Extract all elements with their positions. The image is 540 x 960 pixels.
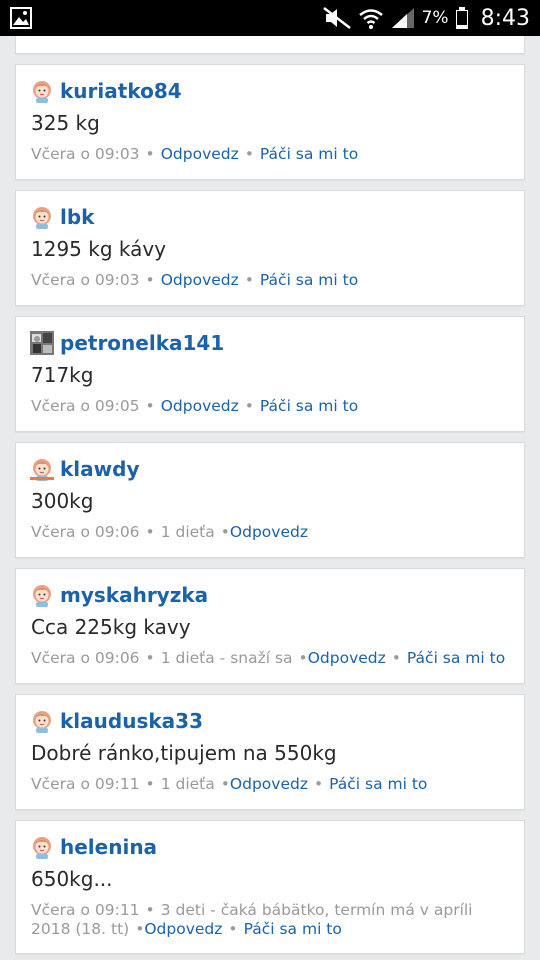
like-link[interactable]: Páči sa mi to bbox=[407, 649, 505, 667]
comment-time: Včera o 09:11 bbox=[31, 775, 140, 793]
like-link[interactable]: Páči sa mi to bbox=[260, 271, 358, 289]
comment-meta: Včera o 09:05 • Odpovedz • Páči sa mi to bbox=[31, 397, 359, 415]
comment-username[interactable]: klauduska33 bbox=[60, 709, 203, 733]
comment-card: lbk 1295 kg kávy Včera o 09:03 • Odpovedz •… bbox=[15, 190, 525, 306]
comment-meta: Včera o 09:06 • 1 dieťa •Odpovedz bbox=[31, 523, 308, 541]
comment-card: helenina 650kg... Včera o 09:11 • 3 deti -… bbox=[15, 820, 525, 954]
reply-link[interactable]: Odpovedz bbox=[161, 397, 239, 415]
clock: 8:43 bbox=[480, 5, 530, 31]
comment-text: 717kg bbox=[31, 363, 94, 387]
previous-comment-card-partial bbox=[15, 36, 525, 54]
reply-link[interactable]: Odpovedz bbox=[161, 271, 239, 289]
reply-link[interactable]: Odpovedz bbox=[144, 920, 222, 938]
reply-link[interactable]: Odpovedz bbox=[161, 145, 239, 163]
comment-time: Včera o 09:06 bbox=[31, 649, 140, 667]
children-info: 1 dieťa bbox=[160, 523, 215, 541]
girl-avatar-icon[interactable] bbox=[30, 457, 54, 481]
comment-text: 325 kg bbox=[31, 111, 100, 135]
children-info: 1 dieťa bbox=[160, 775, 215, 793]
girl-avatar-icon[interactable] bbox=[30, 205, 54, 229]
like-link[interactable]: Páči sa mi to bbox=[244, 920, 342, 938]
like-link[interactable]: Páči sa mi to bbox=[260, 145, 358, 163]
comment-card: klauduska33 Dobré ránko,tipujem na 550kg… bbox=[15, 694, 525, 810]
comment-meta: Včera o 09:11 • 3 deti - čaká bábätko, ter… bbox=[31, 901, 473, 938]
gallery-notification-icon bbox=[10, 7, 32, 29]
comment-username[interactable]: helenina bbox=[60, 835, 157, 859]
status-bar: 7% 8:43 bbox=[0, 0, 540, 36]
comment-meta: Včera o 09:03 • Odpovedz • Páči sa mi to bbox=[31, 271, 359, 289]
girl-avatar-icon[interactable] bbox=[30, 79, 54, 103]
reply-link[interactable]: Odpovedz bbox=[230, 523, 308, 541]
battery-percentage: 7% bbox=[421, 8, 449, 28]
battery-icon bbox=[455, 7, 468, 29]
comment-text: 650kg... bbox=[31, 867, 113, 891]
girl-avatar-icon[interactable] bbox=[30, 583, 54, 607]
girl-avatar-icon[interactable] bbox=[30, 835, 54, 859]
comment-time: Včera o 09:11 bbox=[31, 901, 140, 919]
wifi-icon bbox=[358, 9, 383, 29]
like-link[interactable]: Páči sa mi to bbox=[260, 397, 358, 415]
comment-username[interactable]: kuriatko84 bbox=[60, 79, 182, 103]
comment-text: Cca 225kg kavy bbox=[31, 615, 191, 639]
comment-username[interactable]: myskahryzka bbox=[60, 583, 208, 607]
comment-username[interactable]: petronelka141 bbox=[60, 331, 224, 355]
comment-text: Dobré ránko,tipujem na 550kg bbox=[31, 741, 337, 765]
comment-card: myskahryzka Cca 225kg kavy Včera o 09:06… bbox=[15, 568, 525, 684]
children-info: 1 dieťa - snaží sa bbox=[160, 649, 293, 667]
signal-icon bbox=[391, 8, 414, 28]
reply-link[interactable]: Odpovedz bbox=[230, 775, 308, 793]
girl-avatar-icon[interactable] bbox=[30, 709, 54, 733]
reply-link[interactable]: Odpovedz bbox=[308, 649, 386, 667]
mute-icon bbox=[322, 7, 351, 29]
comment-text: 300kg bbox=[31, 489, 94, 513]
comment-card: petronelka141 717kg Včera o 09:05 • Odpove… bbox=[15, 316, 525, 432]
comment-meta: Včera o 09:03 • Odpovedz • Páči sa mi to bbox=[31, 145, 359, 163]
comment-card: klawdy 300kg Včera o 09:06 • 1 dieťa •Odpov… bbox=[15, 442, 525, 558]
comments-feed[interactable]: kuriatko84 325 kg Včera o 09:03 • Odpovedz… bbox=[0, 36, 540, 960]
comment-username[interactable]: klawdy bbox=[60, 457, 139, 481]
comment-meta: Včera o 09:06 • 1 dieťa - snaží sa •Odpoved… bbox=[31, 649, 506, 667]
comment-time: Včera o 09:03 bbox=[31, 145, 140, 163]
comment-username[interactable]: lbk bbox=[60, 205, 94, 229]
comment-time: Včera o 09:03 bbox=[31, 271, 140, 289]
comment-text: 1295 kg kávy bbox=[31, 237, 167, 261]
comment-time: Včera o 09:05 bbox=[31, 397, 140, 415]
like-link[interactable]: Páči sa mi to bbox=[329, 775, 427, 793]
comment-time: Včera o 09:06 bbox=[31, 523, 140, 541]
comment-meta: Včera o 09:11 • 1 dieťa •Odpovedz • Páči sa m… bbox=[31, 775, 428, 793]
photo-avatar-icon[interactable] bbox=[30, 331, 54, 355]
comment-card: kuriatko84 325 kg Včera o 09:03 • Odpovedz… bbox=[15, 64, 525, 180]
